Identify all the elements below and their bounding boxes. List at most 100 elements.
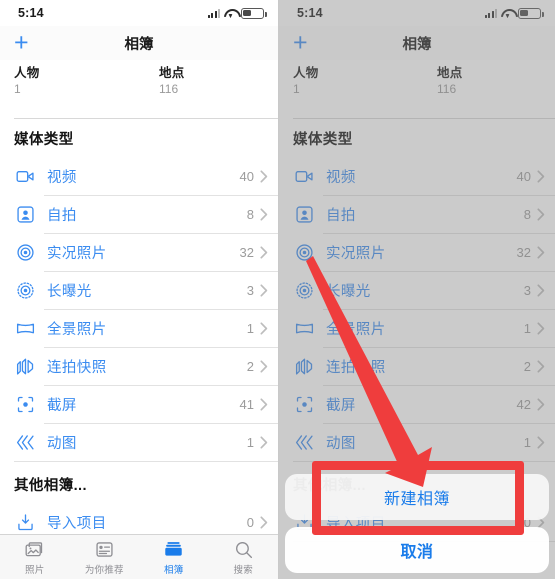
status-icons — [207, 7, 267, 19]
live-photo-icon — [14, 241, 36, 263]
list-item-count: 32 — [516, 244, 531, 260]
for-you-icon — [94, 538, 115, 560]
tab-bar-left: 照片 为你推荐 相簿 搜索 — [0, 534, 278, 579]
list-item-label: 全景照片 — [326, 321, 386, 338]
right-phone-screen: 5:14 + 相簿 人物 1 地点 116 媒体类型 视频 40 自拍 8 实况照片 32… — [278, 0, 555, 579]
list-item[interactable]: 全景照片 1 — [0, 309, 278, 347]
people-places-strip: 人物 1 地点 116 — [0, 60, 278, 96]
status-time: 5:14 — [297, 6, 323, 20]
add-album-button[interactable]: + — [293, 30, 308, 56]
add-album-button[interactable]: + — [14, 30, 29, 56]
list-item[interactable]: 动图 1 — [0, 423, 278, 461]
new-album-button[interactable]: 新建相簿 — [285, 474, 549, 520]
list-item-label: 视频 — [47, 169, 77, 186]
panorama-icon — [293, 317, 315, 339]
list-item-label: 长曝光 — [47, 283, 92, 300]
chevron-right-icon — [260, 397, 268, 411]
list-item[interactable]: 实况照片 32 — [279, 233, 555, 271]
list-item[interactable]: 连拍快照 2 — [279, 347, 555, 385]
strip-spacer — [0, 96, 278, 118]
wifi-icon — [224, 8, 237, 18]
list-item-label: 截屏 — [47, 397, 77, 414]
list-item-count: 3 — [523, 282, 531, 298]
list-item-count: 8 — [246, 206, 254, 222]
list-item-label: 自拍 — [47, 207, 77, 224]
list-item-label: 动图 — [47, 435, 77, 452]
action-sheet-primary-group: 新建相簿 — [285, 474, 549, 520]
list-item-count: 3 — [246, 282, 254, 298]
chevron-right-icon — [260, 359, 268, 373]
list-item[interactable]: 长曝光 3 — [279, 271, 555, 309]
tab-label: 搜索 — [233, 565, 253, 576]
list-item-label: 连拍快照 — [326, 359, 386, 376]
list-item[interactable]: 视频 40 — [279, 157, 555, 195]
screenshot-icon — [14, 393, 36, 415]
list-item[interactable]: 自拍 8 — [279, 195, 555, 233]
screenshot-icon — [293, 393, 315, 415]
list-item-count: 2 — [246, 358, 254, 374]
long-exposure-icon — [14, 279, 36, 301]
list-item-count: 40 — [516, 168, 531, 184]
list-item-count: 1 — [246, 434, 254, 450]
media-type-list-left: 视频 40 自拍 8 实况照片 32 长曝光 3 全景照片 1 连拍快照 2 截屏 41 动图 1 — [0, 157, 278, 462]
list-item-label: 实况照片 — [47, 245, 107, 262]
list-item-count: 32 — [239, 244, 254, 260]
chevron-right-icon — [537, 169, 545, 183]
tab-for-you[interactable]: 为你推荐 — [70, 538, 140, 576]
list-item[interactable]: 自拍 8 — [0, 195, 278, 233]
list-item-count: 1 — [523, 434, 531, 450]
media-type-list-right: 视频 40 自拍 8 实况照片 32 长曝光 3 全景照片 1 连拍快照 2 截屏 42 动图 1 — [279, 157, 555, 462]
battery-icon — [241, 7, 267, 19]
list-item[interactable]: 动图 1 — [279, 423, 555, 461]
people-cell[interactable]: 人物 1 — [279, 62, 417, 96]
tab-albums[interactable]: 相簿 — [139, 538, 209, 576]
left-phone-screen: 5:14 + 相簿 人物 1 地点 116 媒体类型 视频 40 自拍 8 实况照片 32… — [0, 0, 278, 579]
media-section-heading: 媒体类型 — [14, 132, 74, 148]
people-places-strip: 人物 1 地点 116 — [279, 60, 555, 96]
list-item[interactable]: 截屏 41 — [0, 385, 278, 423]
tab-label: 为你推荐 — [84, 565, 124, 576]
list-item[interactable]: 长曝光 3 — [0, 271, 278, 309]
people-count: 1 — [293, 82, 300, 96]
photos-icon — [24, 538, 45, 560]
places-cell[interactable]: 地点 116 — [139, 62, 278, 96]
list-item-label: 截屏 — [326, 397, 356, 414]
video-icon — [14, 165, 36, 187]
tab-photos[interactable]: 照片 — [0, 538, 70, 576]
chevron-right-icon — [537, 283, 545, 297]
places-cell[interactable]: 地点 116 — [417, 62, 555, 96]
list-item[interactable]: 视频 40 — [0, 157, 278, 195]
search-icon — [233, 538, 254, 560]
people-count: 1 — [14, 82, 21, 96]
chevron-right-icon — [537, 321, 545, 335]
list-item[interactable]: 截屏 42 — [279, 385, 555, 423]
list-item-label: 导入项目 — [47, 515, 107, 532]
import-icon — [14, 511, 36, 533]
chevron-right-icon — [260, 169, 268, 183]
status-bar-left: 5:14 — [0, 0, 278, 26]
list-item[interactable]: 实况照片 32 — [0, 233, 278, 271]
selfie-icon — [293, 203, 315, 225]
chevron-right-icon — [537, 245, 545, 259]
status-icons — [484, 7, 544, 19]
list-item[interactable]: 连拍快照 2 — [0, 347, 278, 385]
people-cell[interactable]: 人物 1 — [0, 62, 139, 96]
tab-label: 照片 — [25, 565, 45, 576]
chevron-right-icon — [537, 359, 545, 373]
chevron-right-icon — [260, 515, 268, 529]
wifi-icon — [501, 8, 514, 18]
chevron-right-icon — [260, 207, 268, 221]
cellular-signal-icon — [207, 8, 220, 18]
animated-icon — [293, 431, 315, 453]
burst-icon — [14, 355, 36, 377]
tab-label: 相簿 — [164, 565, 184, 576]
chevron-right-icon — [260, 435, 268, 449]
list-item-count: 41 — [239, 396, 254, 412]
cancel-button[interactable]: 取消 — [285, 527, 549, 573]
list-item[interactable]: 全景照片 1 — [279, 309, 555, 347]
people-title: 人物 — [14, 66, 40, 80]
selfie-icon — [14, 203, 36, 225]
places-count: 116 — [437, 82, 457, 96]
tab-search[interactable]: 搜索 — [209, 538, 279, 576]
places-count: 116 — [159, 82, 179, 96]
